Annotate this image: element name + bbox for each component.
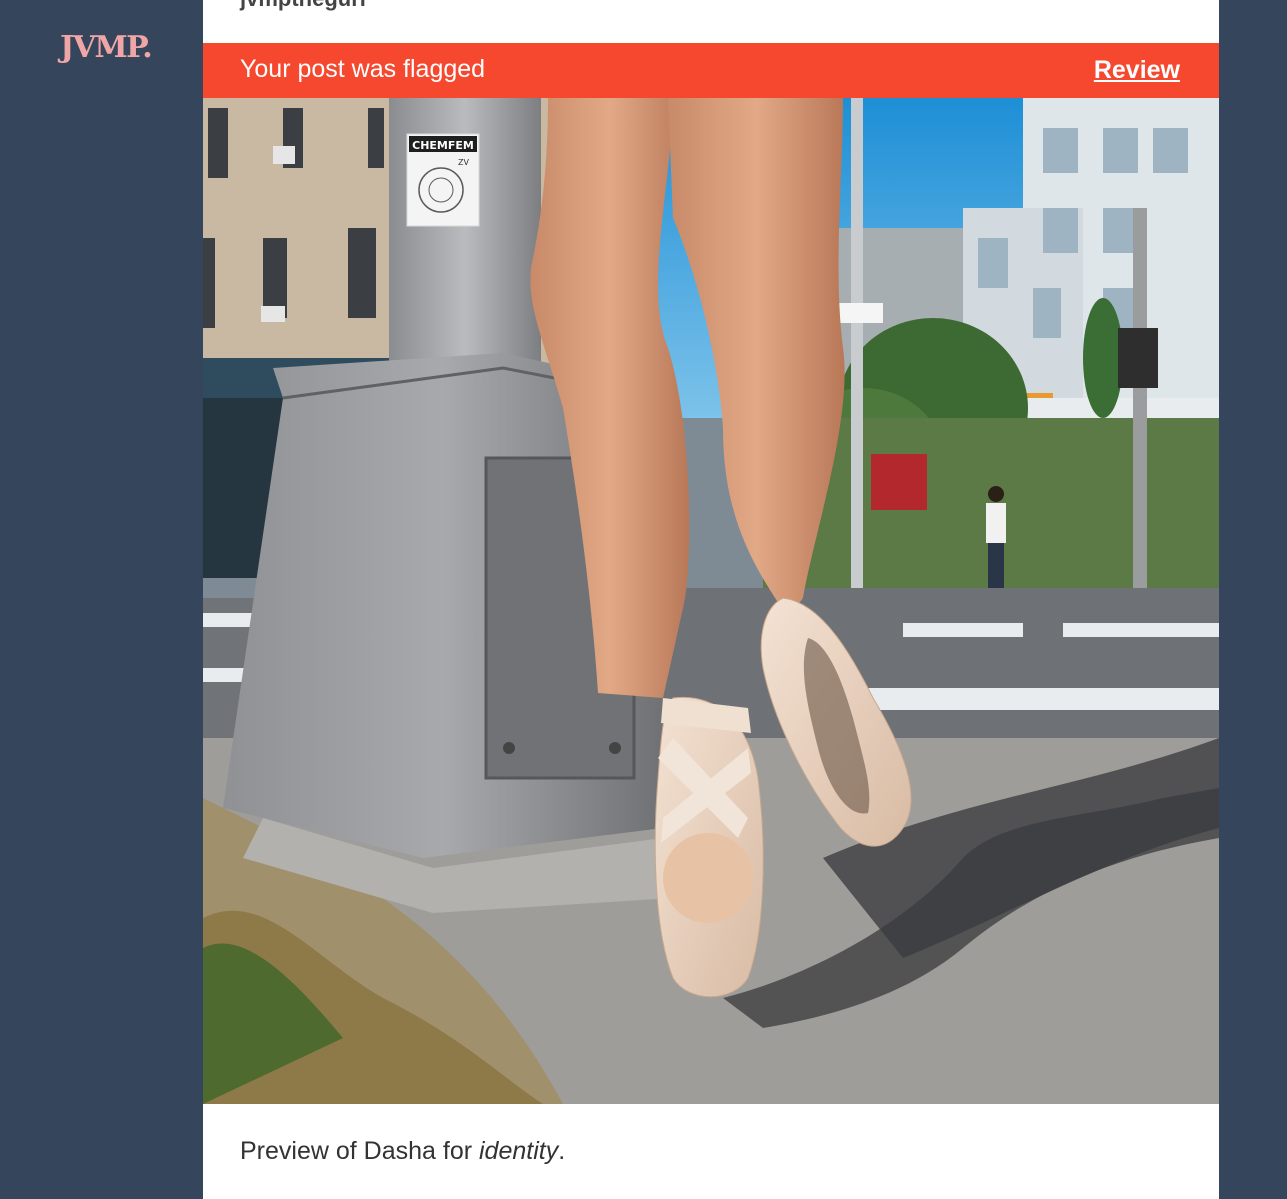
review-link[interactable]: Review <box>1094 56 1180 85</box>
post-card: jvmptheguri Your post was flagged Review <box>203 0 1219 1199</box>
flagged-banner: Your post was flagged Review <box>203 43 1219 98</box>
post-photo[interactable]: CHEMFEM ZV <box>203 98 1219 1104</box>
post-header: jvmptheguri <box>203 0 1219 43</box>
blog-name-link[interactable]: jvmptheguri <box>240 0 366 12</box>
sticker-title: CHEMFEM <box>412 139 474 152</box>
caption-italic: identity <box>479 1137 559 1165</box>
flagged-message: Your post was flagged <box>240 55 486 83</box>
post-caption: Preview of Dasha for identity. <box>240 1137 565 1166</box>
blog-logo[interactable]: JVMP. <box>60 30 153 65</box>
caption-prefix: Preview of Dasha for <box>240 1137 479 1165</box>
sticker-sub: ZV <box>458 158 469 167</box>
caption-suffix: . <box>558 1137 566 1165</box>
photo-illustration: CHEMFEM ZV <box>203 98 1219 1104</box>
